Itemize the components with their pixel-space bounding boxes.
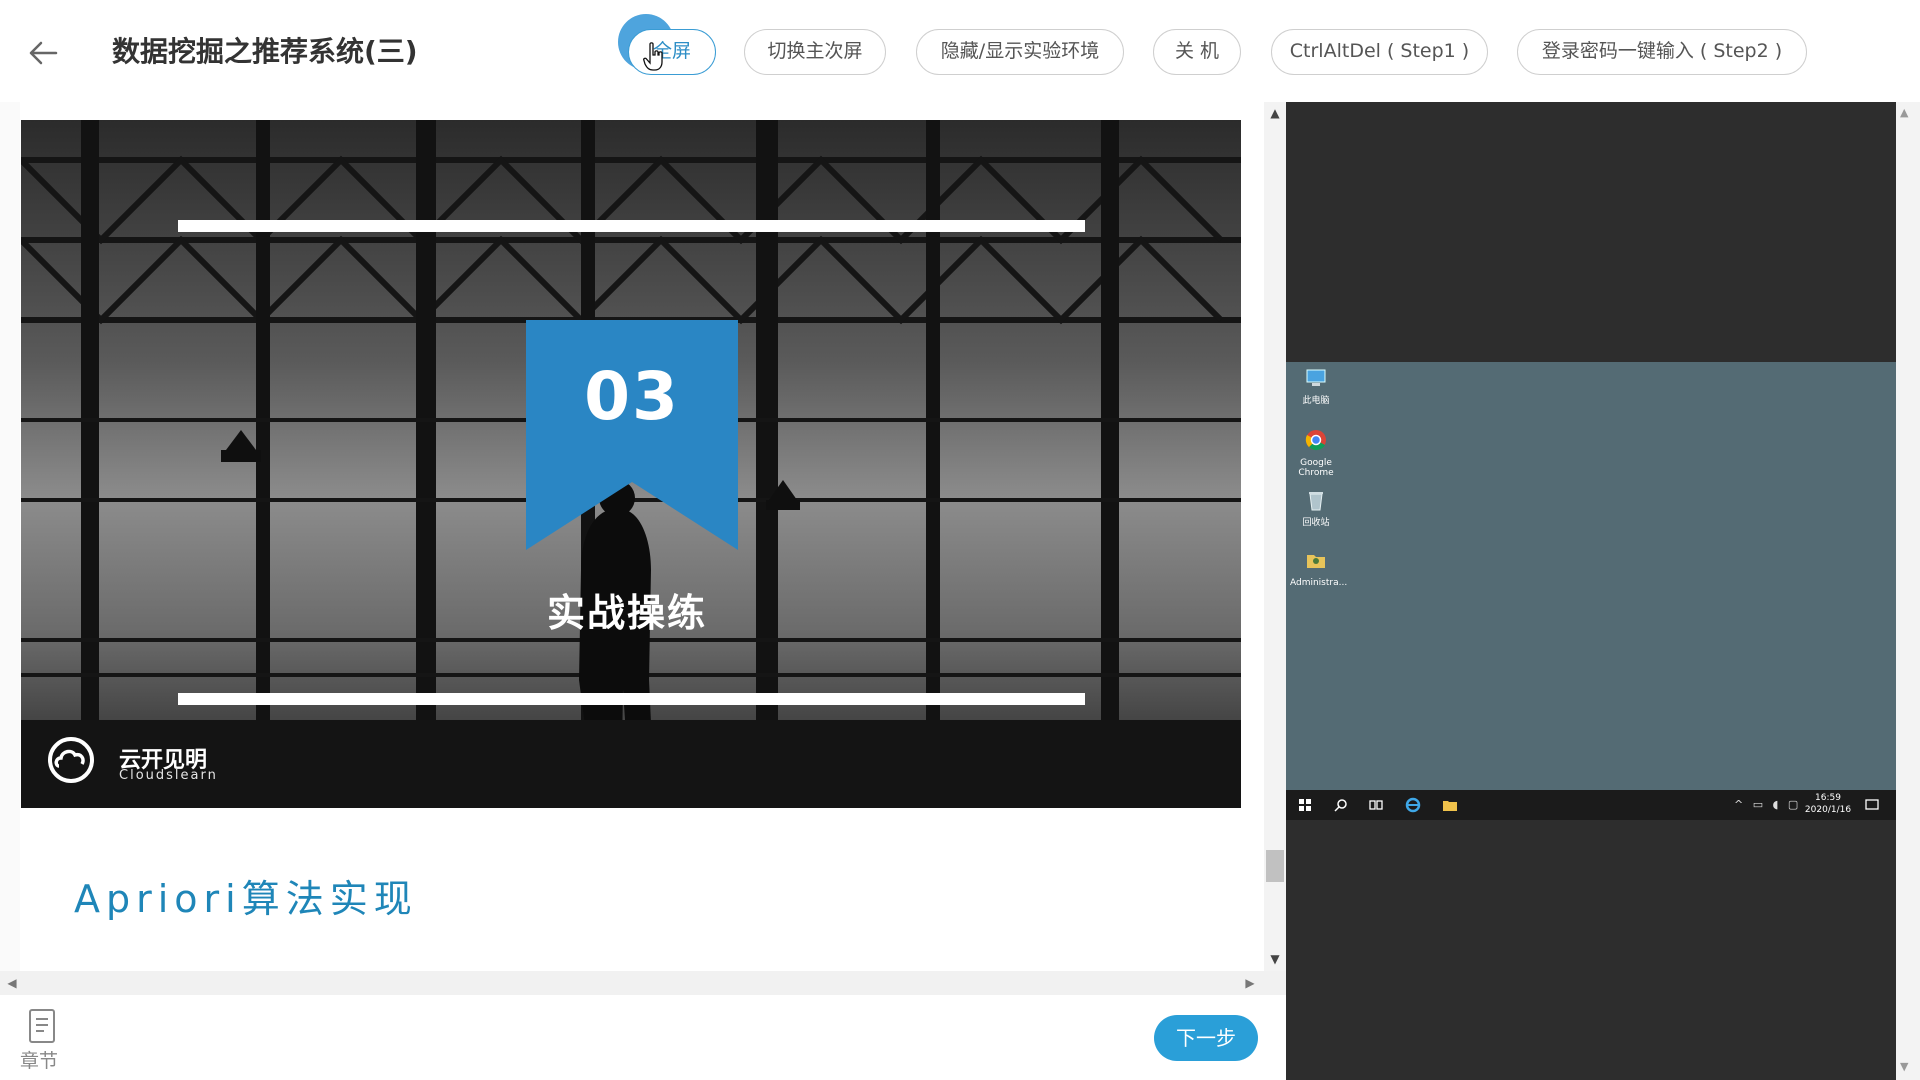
recycle-bin-icon	[1309, 492, 1323, 511]
system-tray-icons[interactable]: ^ ▭ ◖ ▢	[1734, 798, 1801, 811]
hand-cursor-icon	[643, 42, 663, 71]
chapter-label[interactable]: 章节	[20, 1046, 58, 1073]
password-input-button[interactable]: 登录密码一键输入 ( Step2 )	[1517, 29, 1807, 75]
scroll-up-arrow-icon[interactable]: ▲	[1266, 104, 1284, 122]
toggle-lab-env-button[interactable]: 隐藏/显示实验环境	[916, 29, 1124, 75]
page-title: 数据挖掘之推荐系统(三)	[112, 35, 418, 68]
ie-browser-icon[interactable]	[1405, 797, 1421, 813]
content-pane[interactable]: 03 实战操练 云开见明 Cloudslearn Apriori算法实现	[20, 102, 1242, 971]
scroll-right-arrow-icon[interactable]: ▶	[1242, 975, 1258, 991]
windows-start-icon[interactable]	[1297, 797, 1313, 813]
slide-top-line	[178, 220, 1085, 232]
horizontal-scrollbar[interactable]	[0, 971, 1286, 995]
slide-bottom-line	[178, 693, 1085, 705]
clock-time: 16:59	[1815, 793, 1841, 803]
chapter-document-icon[interactable]	[26, 1008, 58, 1044]
back-arrow-icon[interactable]	[26, 36, 60, 70]
user-folder-icon	[1307, 555, 1325, 568]
left-gutter	[0, 102, 20, 971]
fullscreen-button[interactable]: 全屏	[628, 29, 716, 75]
ribbon-banner	[526, 320, 738, 550]
file-explorer-icon[interactable]	[1442, 797, 1458, 813]
right-scrollbar[interactable]	[1896, 102, 1920, 1080]
task-view-icon[interactable]	[1368, 797, 1384, 813]
desktop-icon-this-pc[interactable]: 此电脑	[1290, 366, 1342, 406]
vm-desktop[interactable]	[1286, 362, 1896, 790]
right-scroll-up-icon[interactable]: ▲	[1900, 106, 1908, 119]
slide-image: 03 实战操练 云开见明 Cloudslearn	[21, 120, 1241, 808]
scroll-left-arrow-icon[interactable]: ◀	[4, 975, 20, 991]
shutdown-button[interactable]: 关 机	[1153, 29, 1241, 75]
section-heading: Apriori算法实现	[74, 877, 418, 921]
ctrl-alt-del-button[interactable]: CtrlAltDel ( Step1 )	[1271, 29, 1488, 75]
clock-date: 2020/1/16	[1804, 805, 1852, 815]
computer-icon	[1306, 369, 1326, 386]
cloud-logo-icon	[48, 737, 94, 783]
notification-icon[interactable]	[1864, 797, 1880, 813]
search-icon[interactable]	[1333, 797, 1349, 813]
next-step-button[interactable]: 下一步	[1154, 1015, 1258, 1061]
desktop-icon-administrator[interactable]: Administra...	[1290, 548, 1347, 588]
top-header: 数据挖掘之推荐系统(三) 全屏 切换主次屏 隐藏/显示实验环境 关 机 Ctrl…	[0, 0, 1920, 102]
right-scroll-down-icon[interactable]: ▼	[1900, 1060, 1908, 1073]
slide-caption: 实战操练	[546, 591, 707, 635]
vertical-scrollbar[interactable]	[1264, 102, 1286, 971]
vm-clock[interactable]: 16:59 2020/1/16	[1804, 792, 1852, 816]
vertical-scroll-thumb[interactable]	[1266, 850, 1284, 882]
scroll-down-arrow-icon[interactable]: ▼	[1266, 950, 1284, 968]
section-number: 03	[584, 358, 680, 435]
desktop-icon-chrome[interactable]: Google Chrome	[1290, 428, 1342, 478]
chrome-icon	[1305, 430, 1326, 451]
logo-text-en: Cloudslearn	[119, 768, 218, 783]
desktop-icon-recycle-bin[interactable]: 回收站	[1290, 488, 1342, 528]
switch-screen-button[interactable]: 切换主次屏	[744, 29, 886, 75]
bottom-bar	[0, 995, 1286, 1080]
